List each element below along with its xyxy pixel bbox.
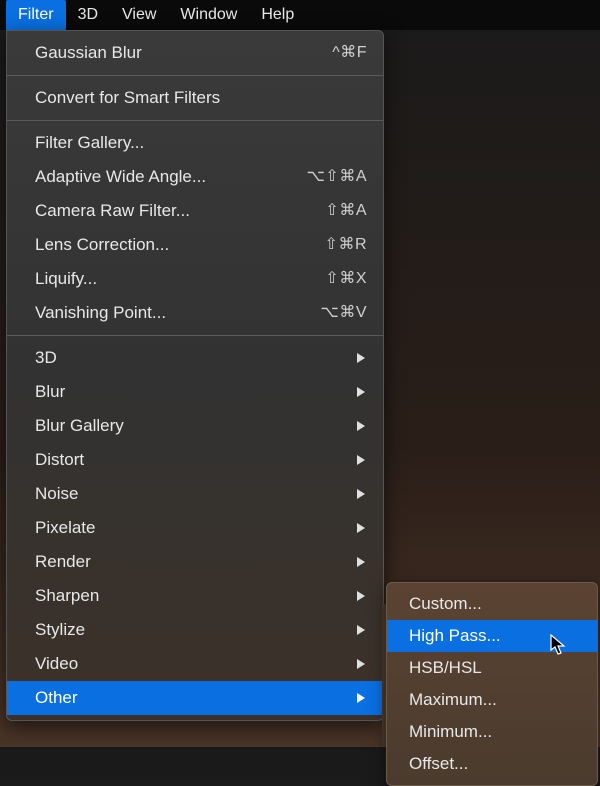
menu-item-label: Camera Raw Filter... <box>35 199 325 223</box>
menu-item-label: High Pass... <box>409 624 581 648</box>
menu-item-distort[interactable]: Distort <box>7 443 383 477</box>
menu-item-blur-gallery[interactable]: Blur Gallery <box>7 409 383 443</box>
menu-item-label: Maximum... <box>409 688 581 712</box>
submenu-item-maximum[interactable]: Maximum... <box>387 684 597 716</box>
menu-item-label: 3D <box>35 346 357 370</box>
menu-item-shortcut: ⇧⌘X <box>325 267 367 291</box>
menu-item-label: Minimum... <box>409 720 581 744</box>
menu-item-label: Blur Gallery <box>35 414 357 438</box>
menu-item-shortcut: ⌥⌘V <box>320 301 367 325</box>
menu-item-label: Video <box>35 652 357 676</box>
menu-item-label: Offset... <box>409 752 581 776</box>
menu-item-label: Stylize <box>35 618 357 642</box>
menubar-item-help[interactable]: Help <box>249 0 306 30</box>
menu-item-label: HSB/HSL <box>409 656 581 680</box>
submenu-arrow-icon <box>357 387 365 397</box>
menu-item-noise[interactable]: Noise <box>7 477 383 511</box>
menu-item-filter-gallery[interactable]: Filter Gallery... <box>7 126 383 160</box>
menubar-item-filter[interactable]: Filter <box>6 0 66 30</box>
submenu-item-minimum[interactable]: Minimum... <box>387 716 597 748</box>
filter-other-submenu: Custom... High Pass... HSB/HSL Maximum..… <box>386 582 598 786</box>
menu-item-label: Noise <box>35 482 357 506</box>
menu-item-label: Other <box>35 686 357 710</box>
submenu-arrow-icon <box>357 353 365 363</box>
menu-item-shortcut: ⌥⇧⌘A <box>306 165 367 189</box>
submenu-arrow-icon <box>357 421 365 431</box>
submenu-item-offset[interactable]: Offset... <box>387 748 597 780</box>
menu-item-shortcut: ⇧⌘R <box>325 233 367 257</box>
submenu-arrow-icon <box>357 693 365 703</box>
submenu-item-hsb-hsl[interactable]: HSB/HSL <box>387 652 597 684</box>
menubar-item-3d[interactable]: 3D <box>66 0 110 30</box>
menu-item-shortcut: ⇧⌘A <box>325 199 367 223</box>
menu-item-label: Blur <box>35 380 357 404</box>
menu-item-label: Custom... <box>409 592 581 616</box>
menu-item-label: Adaptive Wide Angle... <box>35 165 306 189</box>
menu-item-gaussian-blur[interactable]: Gaussian Blur ^⌘F <box>7 36 383 70</box>
menu-item-label: Filter Gallery... <box>35 131 367 155</box>
menu-item-label: Liquify... <box>35 267 325 291</box>
menu-item-blur[interactable]: Blur <box>7 375 383 409</box>
submenu-item-custom[interactable]: Custom... <box>387 588 597 620</box>
submenu-arrow-icon <box>357 455 365 465</box>
menu-item-video[interactable]: Video <box>7 647 383 681</box>
submenu-arrow-icon <box>357 523 365 533</box>
menu-item-lens-correction[interactable]: Lens Correction... ⇧⌘R <box>7 228 383 262</box>
menu-item-sharpen[interactable]: Sharpen <box>7 579 383 613</box>
menu-item-camera-raw[interactable]: Camera Raw Filter... ⇧⌘A <box>7 194 383 228</box>
menu-item-3d[interactable]: 3D <box>7 341 383 375</box>
menubar: Filter 3D View Window Help <box>0 0 600 30</box>
menubar-item-view[interactable]: View <box>110 0 168 30</box>
menu-item-label: Pixelate <box>35 516 357 540</box>
menu-item-label: Gaussian Blur <box>35 41 332 65</box>
menu-separator <box>7 335 383 336</box>
menu-item-label: Sharpen <box>35 584 357 608</box>
menu-item-convert-smart-filters[interactable]: Convert for Smart Filters <box>7 81 383 115</box>
menu-item-pixelate[interactable]: Pixelate <box>7 511 383 545</box>
menu-item-shortcut: ^⌘F <box>332 41 367 65</box>
filter-dropdown: Gaussian Blur ^⌘F Convert for Smart Filt… <box>6 30 384 721</box>
submenu-arrow-icon <box>357 659 365 669</box>
menu-separator <box>7 75 383 76</box>
menu-item-other[interactable]: Other <box>7 681 383 715</box>
submenu-arrow-icon <box>357 557 365 567</box>
menu-item-liquify[interactable]: Liquify... ⇧⌘X <box>7 262 383 296</box>
menu-item-label: Vanishing Point... <box>35 301 320 325</box>
menu-separator <box>7 120 383 121</box>
menu-item-adaptive-wide-angle[interactable]: Adaptive Wide Angle... ⌥⇧⌘A <box>7 160 383 194</box>
menu-item-render[interactable]: Render <box>7 545 383 579</box>
menu-item-vanishing-point[interactable]: Vanishing Point... ⌥⌘V <box>7 296 383 330</box>
submenu-item-high-pass[interactable]: High Pass... <box>387 620 597 652</box>
menu-item-label: Render <box>35 550 357 574</box>
submenu-arrow-icon <box>357 489 365 499</box>
menu-item-stylize[interactable]: Stylize <box>7 613 383 647</box>
menu-item-label: Convert for Smart Filters <box>35 86 367 110</box>
menubar-item-window[interactable]: Window <box>168 0 249 30</box>
submenu-arrow-icon <box>357 591 365 601</box>
submenu-arrow-icon <box>357 625 365 635</box>
menu-item-label: Distort <box>35 448 357 472</box>
menu-item-label: Lens Correction... <box>35 233 325 257</box>
